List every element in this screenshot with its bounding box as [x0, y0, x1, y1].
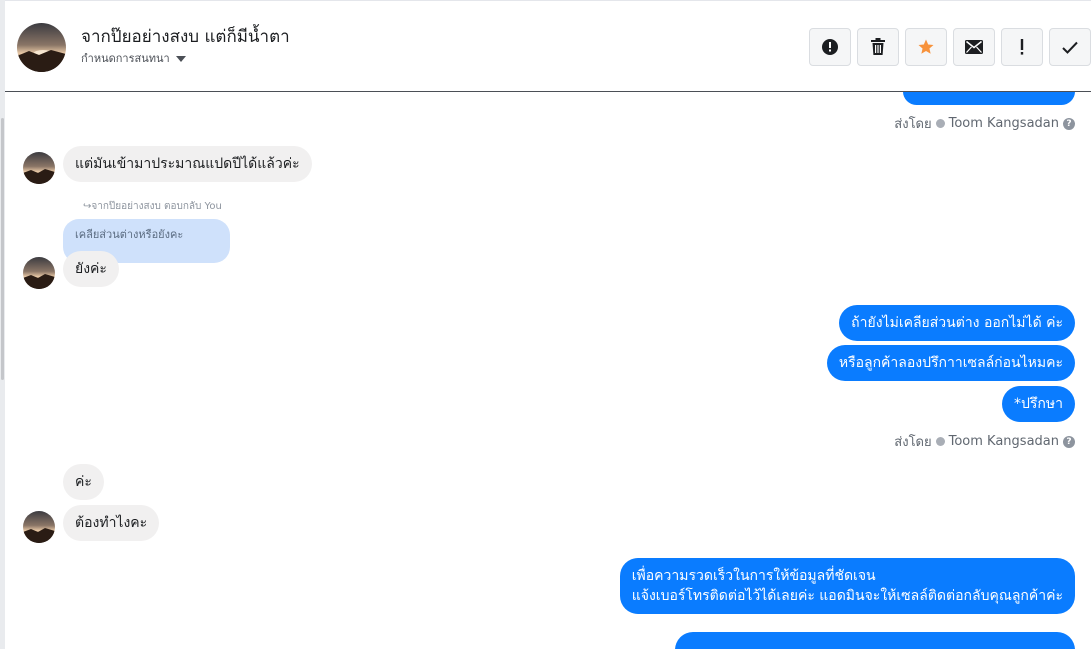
- mark-done-button[interactable]: [1049, 28, 1091, 66]
- sent-by-name[interactable]: Toom Kangsadan: [949, 434, 1059, 449]
- header-actions: [809, 28, 1091, 66]
- report-button[interactable]: [809, 28, 851, 66]
- contact-avatar[interactable]: [23, 257, 55, 289]
- verified-icon: [935, 119, 945, 128]
- checkmark-icon: [1062, 41, 1078, 54]
- message-line: เพื่อความรวดเร็วในการให้ข้อมูลที่ชัดเจน: [631, 568, 876, 584]
- message-line: แจ้งเบอร์โทรติดต่อไว้ได้เลยค่ะ แอดมินจะใ…: [631, 588, 1063, 604]
- incoming-message[interactable]: ยังค่ะ: [63, 251, 119, 287]
- conversation-schedule-dropdown[interactable]: กำหนดการสนทนา: [81, 49, 186, 67]
- outgoing-message[interactable]: ถ้ายังไม่เคลียส่วนต่าง ออกไม่ได้ ค่ะ: [839, 305, 1075, 341]
- incoming-message[interactable]: ค่ะ: [63, 464, 104, 500]
- outgoing-message[interactable]: หรือลูกค้าลองปรึกาาเซลล์ก่อนไหมคะ: [826, 345, 1075, 381]
- sent-by-name[interactable]: Toom Kangsadan: [949, 116, 1059, 131]
- envelope-icon: [965, 40, 983, 54]
- scrollbar[interactable]: [1, 118, 4, 380]
- contact-avatar[interactable]: [17, 23, 66, 72]
- outgoing-message[interactable]: เพื่อความรวดเร็วในการให้ข้อมูลที่ชัดเจน …: [619, 558, 1075, 614]
- verified-icon: [935, 437, 945, 446]
- message-thread[interactable]: ส่งโดย Toom Kangsadan ? แต่มันเข้ามาประม…: [5, 92, 1091, 649]
- conversation-header: จากป๊ยอย่างสงบ แต่ก็มีน้ำตา กำหนดการสนทน…: [5, 0, 1091, 92]
- delete-button[interactable]: [857, 28, 899, 66]
- sent-by-label: ส่งโดย Toom Kangsadan ?: [894, 113, 1075, 134]
- schedule-label: กำหนดการสนทนา: [81, 52, 170, 65]
- outgoing-message[interactable]: *ปรึกษา: [1002, 386, 1075, 422]
- help-icon[interactable]: ?: [1063, 435, 1075, 448]
- contact-avatar[interactable]: [23, 511, 55, 543]
- sent-by-label: ส่งโดย Toom Kangsadan ?: [894, 431, 1075, 452]
- caret-down-icon: [175, 56, 186, 62]
- sent-by-prefix: ส่งโดย: [894, 117, 932, 132]
- reply-indicator: ↪จากป๊ยอย่างสงบ ตอบกลับ You: [83, 199, 222, 214]
- incoming-message[interactable]: ต้องทำไงคะ: [63, 505, 160, 541]
- outgoing-message-partial[interactable]: [675, 632, 1075, 649]
- sent-by-prefix: ส่งโดย: [894, 435, 932, 450]
- exclamation-icon: [1020, 39, 1024, 55]
- reply-indicator-text: จากป๊ยอย่างสงบ ตอบกลับ You: [91, 201, 222, 212]
- outgoing-message-partial[interactable]: [903, 92, 1075, 105]
- conversation-title: จากป๊ยอย่างสงบ แต่ก็มีน้ำตา: [81, 27, 290, 47]
- star-button[interactable]: [905, 28, 947, 66]
- star-icon: [918, 39, 934, 54]
- mark-unread-button[interactable]: [953, 28, 995, 66]
- contact-avatar[interactable]: [23, 152, 55, 184]
- trash-icon: [871, 38, 885, 55]
- incoming-message[interactable]: แต่มันเข้ามาประมาณแปดปีได้แล้วค่ะ: [63, 146, 312, 182]
- alert-circle-icon: [822, 39, 838, 55]
- help-icon[interactable]: ?: [1063, 117, 1075, 130]
- follow-up-button[interactable]: [1001, 28, 1043, 66]
